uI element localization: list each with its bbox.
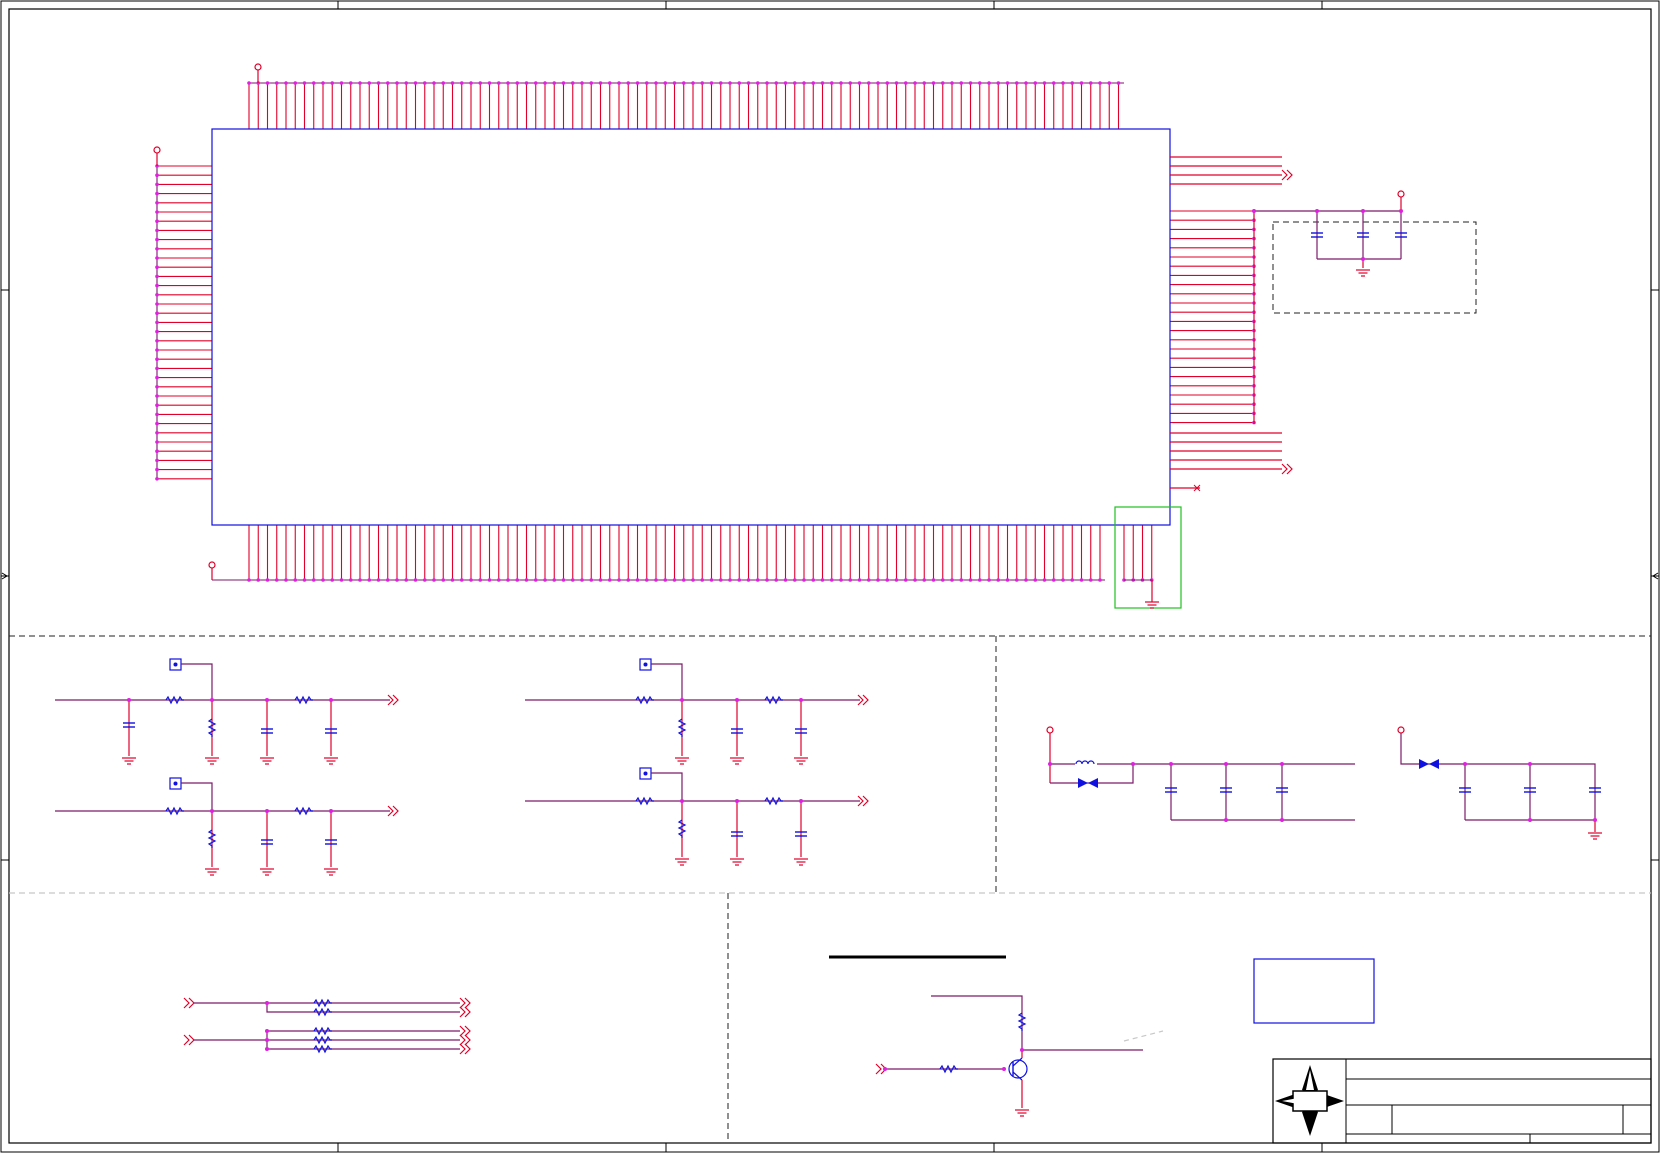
resistor-array bbox=[183, 1025, 471, 1055]
rc-filter bbox=[525, 767, 869, 866]
signal-arrow-icon bbox=[459, 997, 471, 1009]
ground-icon bbox=[1014, 1109, 1030, 1117]
rc-filter bbox=[525, 658, 869, 765]
power-symbol bbox=[1046, 726, 1054, 734]
ground-icon bbox=[793, 757, 809, 765]
ic-body bbox=[211, 128, 1171, 526]
resistor-array-section bbox=[183, 997, 471, 1055]
diode-icon bbox=[1419, 759, 1439, 769]
diode-icon bbox=[1078, 778, 1098, 788]
highlight-box bbox=[1114, 506, 1182, 609]
rc-filter-section bbox=[55, 658, 869, 876]
main-ic bbox=[153, 63, 1293, 609]
ground-icon bbox=[204, 757, 220, 765]
schematic-sheet bbox=[0, 0, 1660, 1153]
section-dividers bbox=[9, 635, 1651, 1143]
transistor-driver bbox=[829, 955, 1164, 1117]
sheet-border bbox=[0, 0, 1660, 1153]
power-symbol bbox=[254, 63, 262, 71]
ground-icon bbox=[674, 757, 690, 765]
signal-arrow-icon bbox=[459, 1034, 471, 1046]
ground-icon bbox=[259, 868, 275, 876]
signal-arrow-icon bbox=[459, 1043, 471, 1055]
ground-icon bbox=[323, 868, 339, 876]
power-filter bbox=[1397, 726, 1603, 840]
ground-icon bbox=[323, 757, 339, 765]
rc-filter bbox=[55, 777, 399, 876]
ground-icon bbox=[729, 757, 745, 765]
bus-arrow-icon bbox=[1281, 463, 1293, 475]
resistor-array bbox=[183, 997, 471, 1018]
note-box bbox=[1253, 958, 1375, 1024]
ground-icon bbox=[674, 858, 690, 866]
signal-arrow-icon bbox=[183, 1034, 195, 1046]
power-symbol bbox=[1397, 190, 1405, 198]
power-symbol bbox=[208, 561, 216, 569]
signal-arrow-icon bbox=[183, 997, 195, 1009]
power-symbol bbox=[153, 146, 161, 154]
signal-arrow-icon bbox=[459, 1025, 471, 1037]
rc-filter bbox=[55, 658, 399, 765]
bus-arrow-icon bbox=[1281, 169, 1293, 181]
decoupling-group bbox=[1252, 190, 1477, 314]
ground-icon bbox=[1355, 269, 1371, 277]
ic-pin-stubs bbox=[155, 81, 1256, 582]
ground-icon bbox=[1144, 601, 1160, 609]
compass-star-icon bbox=[1275, 1065, 1344, 1136]
transistor-icon bbox=[1008, 1057, 1028, 1081]
ground-icon bbox=[204, 868, 220, 876]
power-filter bbox=[1046, 726, 1355, 822]
ground-icon bbox=[259, 757, 275, 765]
ground-icon bbox=[121, 757, 137, 765]
ground-icon bbox=[1587, 832, 1603, 840]
signal-arrow-icon bbox=[459, 1006, 471, 1018]
ground-icon bbox=[793, 858, 809, 866]
title-block bbox=[1272, 1058, 1652, 1144]
power-symbol bbox=[1397, 726, 1405, 734]
power-filter-section bbox=[1046, 726, 1603, 840]
ground-icon bbox=[729, 858, 745, 866]
